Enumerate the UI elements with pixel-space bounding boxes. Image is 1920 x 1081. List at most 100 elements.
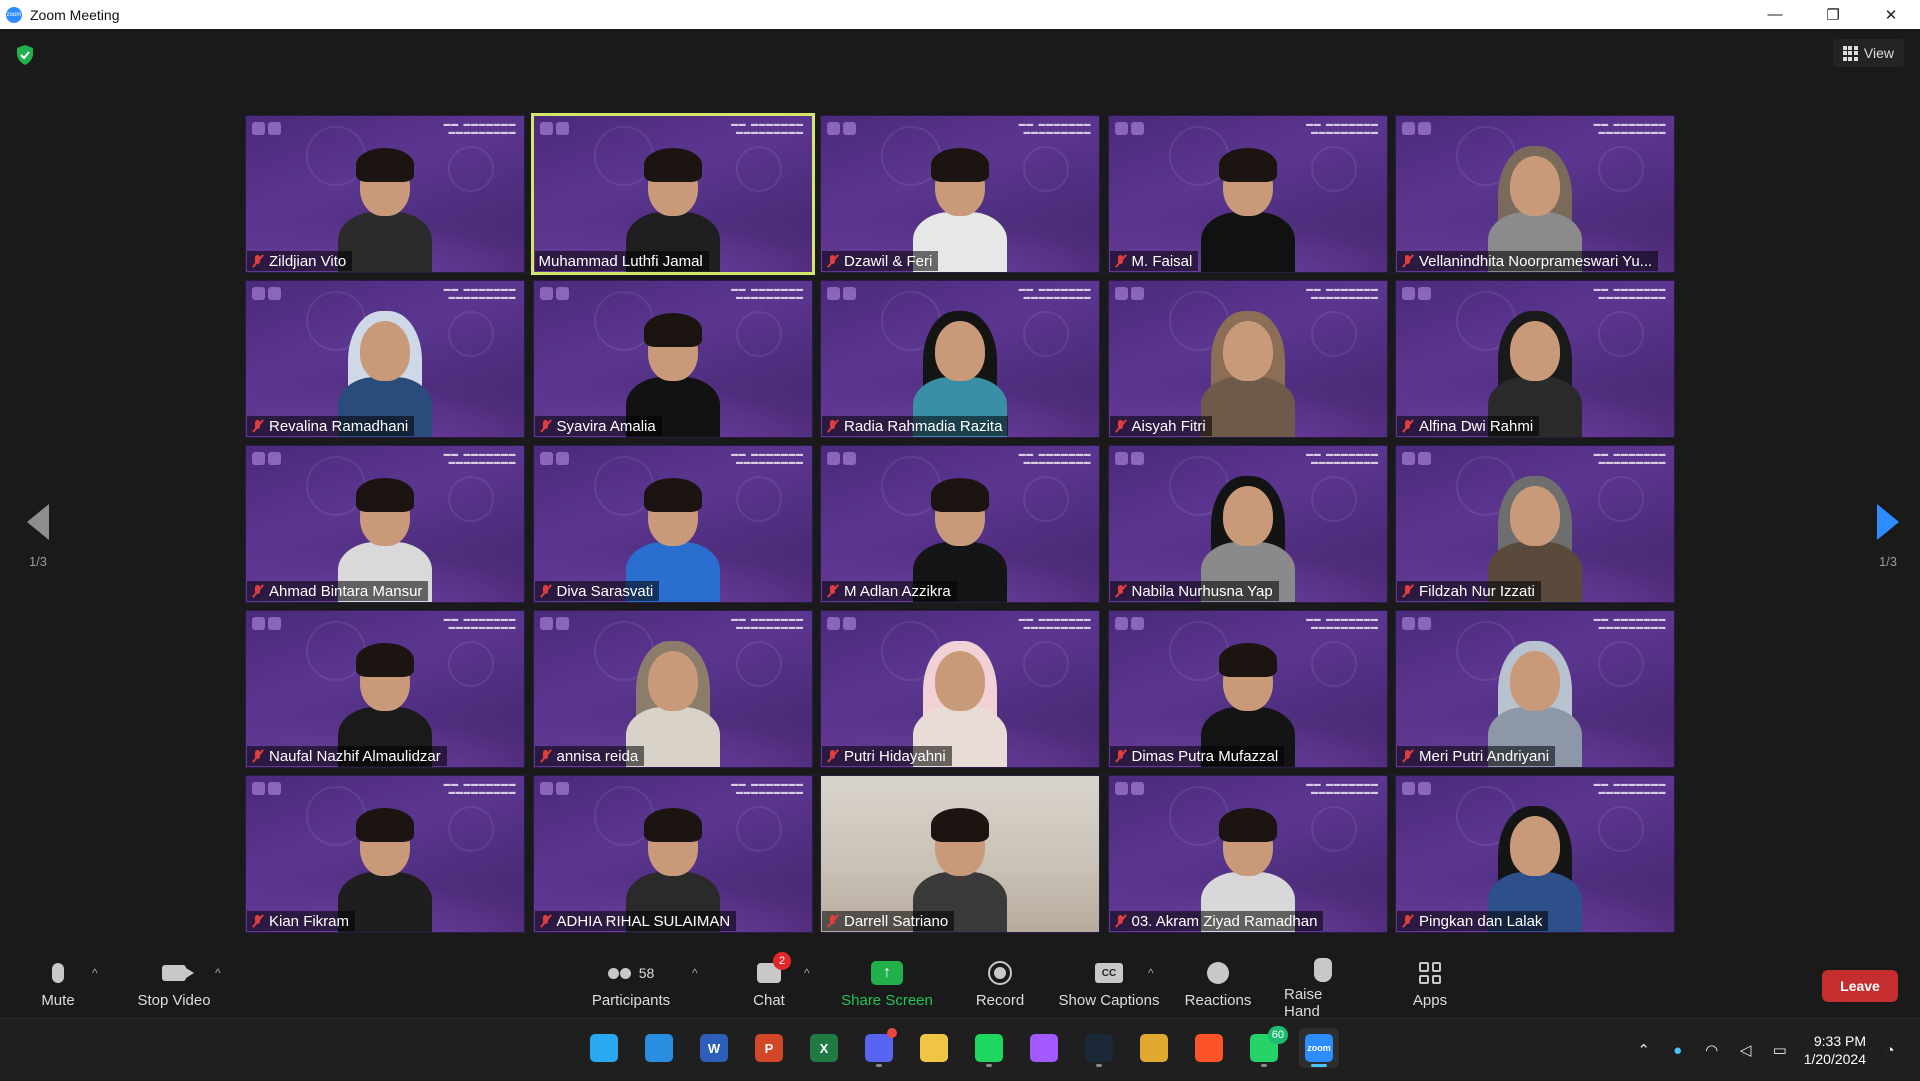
- background-brand-mark: ▬▬ ▬▬▬▬▬▬▬ ▬▬▬▬▬▬▬▬▬: [1593, 616, 1666, 631]
- background-brand-mark: ▬▬ ▬▬▬▬▬▬▬ ▬▬▬▬▬▬▬▬▬: [1018, 451, 1091, 466]
- background-brand-mark: ▬▬ ▬▬▬▬▬▬▬ ▬▬▬▬▬▬▬▬▬: [1593, 781, 1666, 796]
- word-taskbar-button[interactable]: W: [694, 1028, 734, 1068]
- vscode-taskbar-button[interactable]: [639, 1028, 679, 1068]
- participant-name-tag: Syavira Amalia: [534, 416, 662, 436]
- participant-tile[interactable]: ▬▬ ▬▬▬▬▬▬▬ ▬▬▬▬▬▬▬▬▬ Revalina Ramadhani: [245, 280, 525, 438]
- participant-tile[interactable]: ▬▬ ▬▬▬▬▬▬▬ ▬▬▬▬▬▬▬▬▬ Vellanindhita Noorpra…: [1395, 115, 1675, 273]
- window-controls: — ❐ ✕: [1746, 0, 1920, 29]
- participant-tile[interactable]: ▬▬ ▬▬▬▬▬▬▬ ▬▬▬▬▬▬▬▬▬ M Adlan Azzikra: [820, 445, 1100, 603]
- apps-button[interactable]: Apps: [1410, 958, 1450, 1014]
- file-explorer-icon: [920, 1034, 948, 1062]
- participant-tile[interactable]: Darrell Satriano: [820, 775, 1100, 933]
- leave-button[interactable]: Leave: [1822, 970, 1898, 1002]
- participant-name-tag: Ahmad Bintara Mansur: [247, 581, 429, 601]
- participant-tile[interactable]: ▬▬ ▬▬▬▬▬▬▬ ▬▬▬▬▬▬▬▬▬ Kian Fikram: [245, 775, 525, 933]
- previous-page-button[interactable]: 1/3: [18, 504, 58, 569]
- view-button-label: View: [1863, 45, 1894, 61]
- participant-video: [1193, 142, 1303, 272]
- running-indicator: [986, 1064, 992, 1067]
- steam-taskbar-button[interactable]: [1079, 1028, 1119, 1068]
- file-explorer-taskbar-button[interactable]: [914, 1028, 954, 1068]
- share-screen-button[interactable]: ↑ Share Screen: [840, 958, 934, 1014]
- background-decoration: [1598, 311, 1644, 357]
- brave-taskbar-button[interactable]: [1189, 1028, 1229, 1068]
- battery-icon[interactable]: ▭: [1770, 1040, 1790, 1060]
- participant-tile[interactable]: ▬▬ ▬▬▬▬▬▬▬ ▬▬▬▬▬▬▬▬▬ Zildjian Vito: [245, 115, 525, 273]
- participant-tile[interactable]: ▬▬ ▬▬▬▬▬▬▬ ▬▬▬▬▬▬▬▬▬ Alfina Dwi Rahmi: [1395, 280, 1675, 438]
- participant-name: Kian Fikram: [269, 912, 350, 930]
- background-logos: [1114, 617, 1144, 630]
- microphone-tray-icon[interactable]: ●: [1668, 1040, 1688, 1060]
- participant-tile[interactable]: ▬▬ ▬▬▬▬▬▬▬ ▬▬▬▬▬▬▬▬▬ Syavira Amalia: [532, 280, 813, 438]
- show-captions-button[interactable]: CC Show Captions: [1056, 958, 1162, 1014]
- participant-name-tag: Diva Sarasvati: [534, 581, 660, 601]
- raise-hand-button[interactable]: Raise Hand: [1284, 958, 1362, 1020]
- taskbar-clock[interactable]: 9:33 PM 1/20/2024: [1804, 1032, 1866, 1068]
- restore-button[interactable]: ❐: [1804, 0, 1862, 29]
- zoom-icon: zoom: [1305, 1034, 1333, 1062]
- background-brand-mark: ▬▬ ▬▬▬▬▬▬▬ ▬▬▬▬▬▬▬▬▬: [1306, 616, 1379, 631]
- participant-tile[interactable]: ▬▬ ▬▬▬▬▬▬▬ ▬▬▬▬▬▬▬▬▬ Ahmad Bintara Mansur: [245, 445, 525, 603]
- stop-video-button[interactable]: Stop Video: [134, 958, 214, 1014]
- background-brand-mark: ▬▬ ▬▬▬▬▬▬▬ ▬▬▬▬▬▬▬▬▬: [443, 781, 516, 796]
- audio-options-caret[interactable]: ^: [92, 966, 98, 980]
- windows-start-taskbar-button[interactable]: [584, 1028, 624, 1068]
- participant-tile[interactable]: ▬▬ ▬▬▬▬▬▬▬ ▬▬▬▬▬▬▬▬▬ Aisyah Fitri: [1107, 280, 1388, 438]
- volume-icon[interactable]: ◁: [1736, 1040, 1756, 1060]
- wifi-icon[interactable]: ◠: [1702, 1040, 1722, 1060]
- chevron-up-icon[interactable]: ⌃: [1634, 1040, 1654, 1060]
- participant-tile[interactable]: ▬▬ ▬▬▬▬▬▬▬ ▬▬▬▬▬▬▬▬▬ ADHIA RIHAL SULAIMAN: [532, 775, 813, 933]
- whatsapp-taskbar-button[interactable]: 60: [1244, 1026, 1288, 1068]
- background-decoration: [1023, 311, 1069, 357]
- muted-microphone-icon: [539, 914, 553, 928]
- mute-button[interactable]: Mute: [36, 958, 80, 1014]
- chat-options-caret[interactable]: ^: [804, 966, 810, 980]
- participant-tile[interactable]: ▬▬ ▬▬▬▬▬▬▬ ▬▬▬▬▬▬▬▬▬ Muhammad Luthfi Jamal: [530, 113, 815, 275]
- powerpoint-taskbar-button[interactable]: P: [749, 1028, 789, 1068]
- chrome-taskbar-button[interactable]: [1134, 1028, 1174, 1068]
- participant-tile[interactable]: ▬▬ ▬▬▬▬▬▬▬ ▬▬▬▬▬▬▬▬▬ 03. Akram Ziyad Ramad…: [1107, 775, 1388, 933]
- close-button[interactable]: ✕: [1862, 0, 1920, 29]
- participant-tile[interactable]: ▬▬ ▬▬▬▬▬▬▬ ▬▬▬▬▬▬▬▬▬ Fildzah Nur Izzati: [1395, 445, 1675, 603]
- participant-tile[interactable]: ▬▬ ▬▬▬▬▬▬▬ ▬▬▬▬▬▬▬▬▬ Radia Rahmadia Razita: [820, 280, 1100, 438]
- chat-button[interactable]: 2 Chat: [748, 952, 791, 1014]
- excel-taskbar-button[interactable]: X: [804, 1028, 844, 1068]
- participant-tile[interactable]: ▬▬ ▬▬▬▬▬▬▬ ▬▬▬▬▬▬▬▬▬ Pingkan dan Lalak: [1395, 775, 1675, 933]
- notification-bell-icon[interactable]: ◔: [1880, 1040, 1900, 1060]
- background-brand-mark: ▬▬ ▬▬▬▬▬▬▬ ▬▬▬▬▬▬▬▬▬: [1018, 616, 1091, 631]
- participants-count: 58: [638, 965, 655, 981]
- encryption-shield-icon[interactable]: [16, 45, 34, 65]
- zoom-taskbar-button[interactable]: zoom: [1299, 1028, 1339, 1068]
- participant-tile[interactable]: ▬▬ ▬▬▬▬▬▬▬ ▬▬▬▬▬▬▬▬▬ M. Faisal: [1107, 115, 1388, 273]
- participant-tile[interactable]: ▬▬ ▬▬▬▬▬▬▬ ▬▬▬▬▬▬▬▬▬ Nabila Nurhusna Yap: [1107, 445, 1388, 603]
- participants-options-caret[interactable]: ^: [692, 966, 698, 980]
- windows-taskbar: W P X 60 zoom ⌃ ● ◠ ◁ ▭ 9:33 PM 1/20/2024 ◔: [0, 1018, 1920, 1080]
- reactions-button[interactable]: Reactions: [1184, 958, 1252, 1014]
- participant-tile[interactable]: ▬▬ ▬▬▬▬▬▬▬ ▬▬▬▬▬▬▬▬▬ Dzawil & Feri: [820, 115, 1100, 273]
- spotify-taskbar-button[interactable]: [969, 1028, 1009, 1068]
- view-button[interactable]: View: [1832, 39, 1904, 67]
- captions-options-caret[interactable]: ^: [1148, 966, 1154, 980]
- participant-tile[interactable]: ▬▬ ▬▬▬▬▬▬▬ ▬▬▬▬▬▬▬▬▬ Putri Hidayahni: [820, 610, 1100, 768]
- discord-taskbar-button[interactable]: [859, 1028, 899, 1068]
- figma-taskbar-button[interactable]: [1024, 1028, 1064, 1068]
- video-options-caret[interactable]: ^: [215, 966, 221, 980]
- background-decoration: [1598, 641, 1644, 687]
- participant-name-tag: Muhammad Luthfi Jamal: [534, 251, 709, 271]
- participant-tile[interactable]: ▬▬ ▬▬▬▬▬▬▬ ▬▬▬▬▬▬▬▬▬ Dimas Putra Mufazzal: [1107, 610, 1388, 768]
- participant-name: Darrell Satriano: [844, 912, 949, 930]
- participant-tile[interactable]: ▬▬ ▬▬▬▬▬▬▬ ▬▬▬▬▬▬▬▬▬ annisa reida: [532, 610, 813, 768]
- participant-name: Alfina Dwi Rahmi: [1419, 417, 1534, 435]
- participant-tile[interactable]: ▬▬ ▬▬▬▬▬▬▬ ▬▬▬▬▬▬▬▬▬ Diva Sarasvati: [532, 445, 813, 603]
- raise-hand-icon: [1314, 958, 1332, 982]
- minimize-button[interactable]: —: [1746, 0, 1804, 29]
- record-button[interactable]: Record: [972, 958, 1028, 1014]
- participant-tile[interactable]: ▬▬ ▬▬▬▬▬▬▬ ▬▬▬▬▬▬▬▬▬ Meri Putri Andriyani: [1395, 610, 1675, 768]
- participant-tile[interactable]: ▬▬ ▬▬▬▬▬▬▬ ▬▬▬▬▬▬▬▬▬ Naufal Nazhif Almauli…: [245, 610, 525, 768]
- muted-microphone-icon: [251, 584, 265, 598]
- participants-button[interactable]: 58 Participants: [588, 958, 674, 1014]
- next-page-button[interactable]: 1/3: [1868, 504, 1908, 569]
- participant-name-tag: Putri Hidayahni: [822, 746, 952, 766]
- muted-microphone-icon: [1114, 254, 1128, 268]
- background-brand-mark: ▬▬ ▬▬▬▬▬▬▬ ▬▬▬▬▬▬▬▬▬: [1018, 286, 1091, 301]
